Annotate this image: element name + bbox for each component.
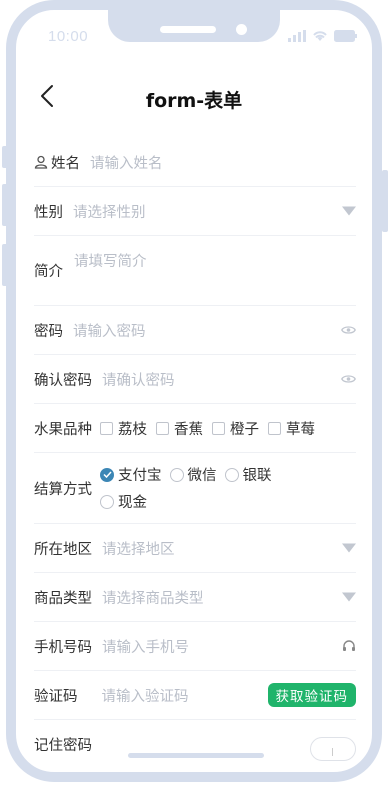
intro-label: 简介 — [34, 264, 63, 280]
goods-type-label: 商品类型 — [34, 590, 92, 607]
status-icons — [288, 30, 358, 42]
checkbox-box[interactable] — [156, 421, 169, 435]
phone-input[interactable]: 请输入手机号 — [102, 636, 356, 657]
checkbox-banana[interactable]: 香蕉 — [156, 418, 203, 439]
checkbox-strawberry[interactable]: 草莓 — [268, 418, 315, 439]
code-row: 验证码 请输入验证码 获取验证码 — [34, 671, 356, 720]
radio-checked-icon[interactable] — [100, 467, 114, 482]
dropdown-arrow-icon[interactable] — [342, 592, 356, 602]
phone-label: 手机号码 — [34, 639, 92, 656]
dropdown-arrow-icon[interactable] — [342, 543, 356, 553]
password-row: 密码 请输入密码 — [34, 306, 356, 355]
switch-knob — [332, 747, 333, 756]
nav-bar: form-表单 — [16, 76, 372, 116]
checkbox-box[interactable] — [268, 421, 281, 435]
remember-label: 记住密码 — [34, 737, 92, 754]
radio-circle[interactable] — [169, 467, 184, 482]
region-label: 所在地区 — [34, 541, 92, 558]
radio-label: 支付宝 — [118, 468, 162, 484]
signal-icon — [288, 30, 306, 42]
phone-row: 手机号码 请输入手机号 — [34, 622, 356, 671]
status-time: 10:00 — [48, 28, 89, 45]
fruit-label: 水果品种 — [34, 421, 92, 438]
dropdown-arrow-icon[interactable] — [342, 206, 356, 216]
radio-alipay[interactable]: 支付宝 — [100, 464, 162, 485]
camera — [236, 24, 247, 35]
gender-row[interactable]: 性别 请选择性别 — [34, 187, 356, 236]
side-button-power — [382, 170, 388, 232]
intro-textarea[interactable]: 请填写简介 — [74, 250, 147, 271]
name-label-wrap: 姓名 — [34, 152, 80, 173]
checkbox-box[interactable] — [212, 421, 225, 435]
confirm-password-row: 确认密码 请确认密码 — [34, 355, 356, 404]
page-title: form-表单 — [145, 90, 243, 112]
speaker — [160, 26, 216, 33]
password-input[interactable]: 请输入密码 — [73, 320, 356, 341]
region-select[interactable]: 请选择地区 — [102, 538, 356, 559]
code-label: 验证码 — [34, 688, 78, 705]
checkbox-lychee[interactable]: 荔枝 — [100, 418, 147, 439]
remember-row: 记住密码 — [34, 720, 356, 768]
headset-icon[interactable] — [342, 639, 356, 653]
confirm-password-label: 确认密码 — [34, 372, 92, 389]
checkbox-label: 荔枝 — [118, 421, 147, 438]
checkbox-box[interactable] — [100, 421, 113, 435]
checkbox-label: 草莓 — [286, 421, 315, 438]
payment-row: 结算方式 支付宝 微信 银联 现金 — [34, 453, 356, 524]
eye-icon[interactable] — [341, 374, 356, 384]
radio-label: 微信 — [187, 468, 217, 484]
gender-select[interactable]: 请选择性别 — [73, 201, 356, 222]
radio-label: 银联 — [242, 468, 272, 484]
radio-circle[interactable] — [100, 494, 114, 509]
password-label: 密码 — [34, 323, 63, 340]
goods-type-row[interactable]: 商品类型 请选择商品类型 — [34, 573, 356, 622]
get-code-button[interactable]: 获取验证码 — [267, 683, 356, 707]
fruit-row: 水果品种 荔枝 香蕉 橙子 草莓 — [34, 404, 356, 453]
user-icon — [34, 155, 48, 169]
phone-frame: 10:00 form-表单 姓名 请输入姓名 性别 请选择性别 简介 请填写简介… — [6, 0, 382, 782]
notch — [108, 10, 280, 42]
payment-radio-group: 支付宝 微信 银联 现金 — [100, 464, 320, 512]
checkbox-label: 香蕉 — [174, 421, 203, 438]
eye-icon[interactable] — [341, 325, 356, 335]
battery-icon — [334, 30, 357, 42]
region-row[interactable]: 所在地区 请选择地区 — [34, 524, 356, 573]
gender-label: 性别 — [34, 204, 63, 221]
form: 姓名 请输入姓名 性别 请选择性别 简介 请填写简介 密码 请输入密码 确认密码… — [34, 138, 356, 768]
home-indicator — [128, 753, 264, 758]
checkbox-label: 橙子 — [230, 421, 259, 438]
name-input[interactable]: 请输入姓名 — [90, 152, 356, 173]
checkbox-orange[interactable]: 橙子 — [212, 418, 259, 439]
radio-wechat[interactable]: 微信 — [169, 464, 217, 485]
wifi-icon — [313, 31, 327, 41]
goods-type-select[interactable]: 请选择商品类型 — [102, 587, 356, 608]
intro-row: 简介 请填写简介 — [34, 236, 356, 306]
fruit-checkbox-group: 荔枝 香蕉 橙子 草莓 — [100, 418, 324, 439]
radio-label: 现金 — [118, 495, 147, 511]
remember-switch[interactable] — [310, 736, 356, 761]
radio-unionpay[interactable]: 银联 — [224, 464, 272, 485]
name-row: 姓名 请输入姓名 — [34, 138, 356, 187]
confirm-password-input[interactable]: 请确认密码 — [102, 369, 356, 390]
payment-label: 结算方式 — [34, 481, 92, 498]
name-label: 姓名 — [51, 155, 80, 172]
radio-cash[interactable]: 现金 — [100, 491, 147, 512]
radio-circle[interactable] — [224, 467, 239, 482]
